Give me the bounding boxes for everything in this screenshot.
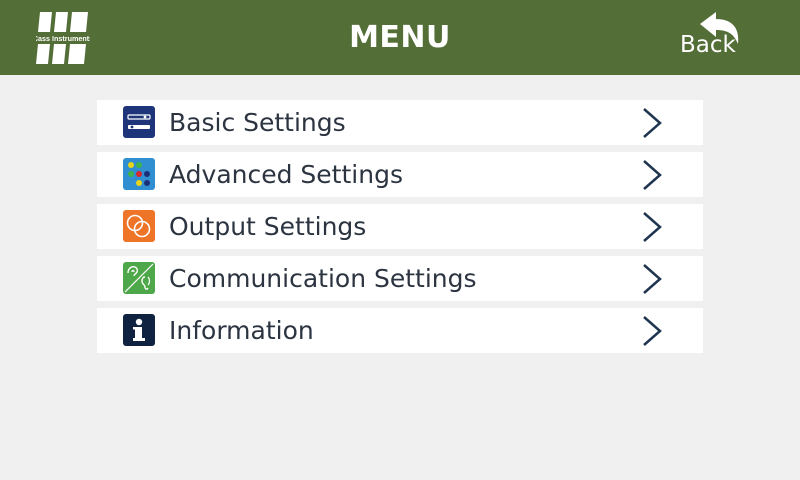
logo-text: Cass Instruments xyxy=(36,34,90,43)
menu-item-basic-settings[interactable]: Basic Settings xyxy=(97,100,703,145)
menu-item-advanced-settings[interactable]: Advanced Settings xyxy=(97,152,703,197)
menu-item-information[interactable]: Information xyxy=(97,308,703,353)
menu-item-label: Advanced Settings xyxy=(169,160,403,189)
chevron-right-icon xyxy=(643,212,662,242)
chevron-right-icon xyxy=(643,108,662,138)
menu-item-label: Output Settings xyxy=(169,212,367,241)
back-button[interactable]: Back xyxy=(680,12,750,60)
header-bar: Cass Instruments MENU Back xyxy=(0,0,800,75)
menu-item-output-settings[interactable]: Output Settings xyxy=(97,204,703,249)
menu-item-label: Communication Settings xyxy=(169,264,477,293)
chevron-right-icon xyxy=(643,160,662,190)
menu-item-communication-settings[interactable]: Communication Settings xyxy=(97,256,703,301)
chevron-right-icon xyxy=(643,316,662,346)
communication-settings-icon xyxy=(123,262,155,294)
menu-item-label: Basic Settings xyxy=(169,108,346,137)
advanced-settings-icon xyxy=(123,158,155,190)
info-icon xyxy=(123,314,155,346)
back-label: Back xyxy=(680,32,736,58)
menu-item-label: Information xyxy=(169,316,314,345)
chevron-right-icon xyxy=(643,264,662,294)
basic-settings-icon xyxy=(123,106,155,138)
settings-menu: Basic Settings Advanced Settings Output … xyxy=(97,100,703,360)
company-logo: Cass Instruments xyxy=(36,12,90,64)
output-settings-icon xyxy=(123,210,155,242)
